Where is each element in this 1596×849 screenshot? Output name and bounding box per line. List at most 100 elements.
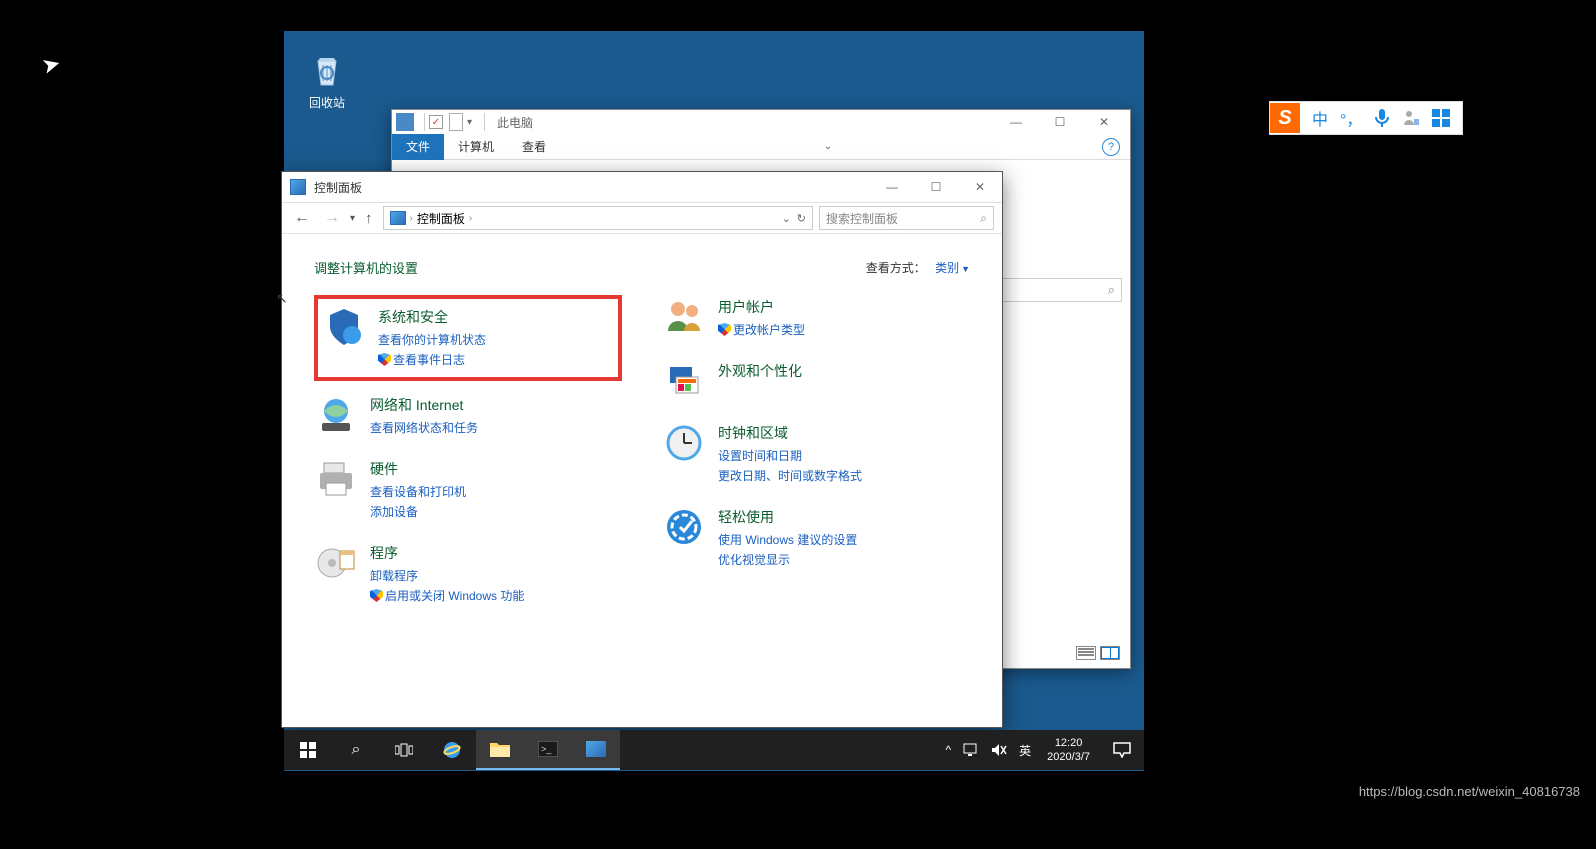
cp-category-title[interactable]: 程序 bbox=[370, 543, 524, 563]
taskbar-cmd-icon[interactable]: >_ bbox=[524, 730, 572, 770]
nav-history-dropdown[interactable]: ▾ bbox=[350, 213, 355, 224]
clock-icon bbox=[662, 421, 706, 465]
breadcrumb-item[interactable]: 控制面板 bbox=[417, 210, 465, 227]
cp-category-title[interactable]: 系统和安全 bbox=[378, 307, 486, 327]
tray-chevron-icon[interactable]: ^ bbox=[940, 730, 958, 770]
qat-dropdown-icon[interactable]: ▾ bbox=[467, 117, 472, 128]
ime-punct-button[interactable]: °， bbox=[1340, 106, 1362, 130]
breadcrumb-separator-icon: › bbox=[410, 213, 413, 224]
cp-search-input[interactable]: 搜索控制面板 ⌕ bbox=[819, 206, 994, 230]
cp-category-title[interactable]: 外观和个性化 bbox=[718, 361, 802, 381]
users-icon bbox=[662, 295, 706, 339]
uac-shield-icon bbox=[378, 353, 391, 366]
cp-category-link[interactable]: 更改日期、时间或数字格式 bbox=[718, 467, 862, 484]
ime-floating-bar[interactable]: S 中 °， bbox=[1269, 101, 1463, 135]
ime-mic-icon[interactable] bbox=[1374, 108, 1390, 128]
cp-heading: 调整计算机的设置 bbox=[314, 258, 418, 277]
cp-category-link[interactable]: 查看事件日志 bbox=[378, 351, 486, 368]
cp-category-link[interactable]: 设置时间和日期 bbox=[718, 447, 862, 464]
recycle-bin-icon bbox=[307, 50, 347, 90]
shield-icon bbox=[322, 305, 366, 349]
uac-shield-icon bbox=[370, 589, 383, 602]
cp-category-title[interactable]: 网络和 Internet bbox=[370, 395, 478, 415]
recycle-bin-desktop-icon[interactable]: 回收站 bbox=[300, 50, 354, 111]
explorer-window-controls: — ☐ ✕ bbox=[994, 110, 1126, 134]
cp-category: 系统和安全查看你的计算机状态查看事件日志 bbox=[314, 295, 622, 381]
ribbon-collapse-icon[interactable]: ⌄ bbox=[824, 141, 832, 152]
sogou-logo-icon[interactable]: S bbox=[1270, 103, 1300, 133]
cp-category: 轻松使用使用 Windows 建议的设置优化视觉显示 bbox=[662, 505, 970, 571]
qat-doc-icon[interactable] bbox=[449, 113, 463, 131]
task-view-button[interactable] bbox=[380, 730, 428, 770]
address-bar[interactable]: › 控制面板 › ⌄ ↻ bbox=[383, 206, 813, 230]
cp-category-link[interactable]: 卸载程序 bbox=[370, 567, 524, 584]
cp-category-link[interactable]: 更改帐户类型 bbox=[718, 321, 805, 338]
programs-icon bbox=[314, 541, 358, 585]
nav-up-button[interactable]: ↑ bbox=[361, 210, 377, 227]
address-dropdown-icon[interactable]: ⌄ bbox=[782, 212, 791, 225]
explorer-title: 此电脑 bbox=[497, 114, 533, 131]
network-icon bbox=[314, 393, 358, 437]
ease-icon bbox=[662, 505, 706, 549]
cp-category-link[interactable]: 使用 Windows 建议的设置 bbox=[718, 531, 857, 548]
start-button[interactable] bbox=[284, 730, 332, 770]
cp-category-link[interactable]: 启用或关闭 Windows 功能 bbox=[370, 587, 524, 604]
cp-minimize-button[interactable]: — bbox=[870, 172, 914, 202]
taskbar-control-panel-icon[interactable] bbox=[572, 730, 620, 770]
search-button[interactable]: ⌕ bbox=[332, 730, 380, 770]
cp-category: 网络和 Internet 查看网络状态和任务 bbox=[314, 393, 622, 439]
minimize-button[interactable]: — bbox=[994, 110, 1038, 134]
cp-titlebar: 控制面板 — ☐ ✕ bbox=[282, 172, 1002, 202]
watermark-text: https://blog.csdn.net/weixin_40816738 bbox=[1359, 784, 1580, 799]
refresh-button[interactable]: ↻ bbox=[797, 212, 806, 225]
ime-user-icon[interactable] bbox=[1402, 109, 1420, 127]
nav-back-button[interactable]: ← bbox=[290, 209, 314, 227]
cp-category-link[interactable]: 添加设备 bbox=[370, 503, 466, 520]
cp-categories-grid: 系统和安全查看你的计算机状态查看事件日志网络和 Internet 查看网络状态和任… bbox=[314, 295, 970, 625]
tray-ime-indicator[interactable]: 英 bbox=[1013, 730, 1037, 770]
ribbon-tab-computer[interactable]: 计算机 bbox=[444, 134, 508, 160]
recycle-bin-label: 回收站 bbox=[309, 96, 345, 110]
cp-category-title[interactable]: 硬件 bbox=[370, 459, 466, 479]
ime-language-button[interactable]: 中 bbox=[1312, 106, 1328, 130]
breadcrumb-separator-icon: › bbox=[469, 213, 472, 224]
view-label: 查看方式： bbox=[866, 261, 926, 275]
cp-category-title[interactable]: 轻松使用 bbox=[718, 507, 857, 527]
maximize-button[interactable]: ☐ bbox=[1038, 110, 1082, 134]
explorer-ribbon: 文件 计算机 查看 ⌄ ? bbox=[392, 134, 1130, 160]
cp-category-link[interactable]: 查看网络状态和任务 bbox=[370, 419, 478, 436]
cp-category: 硬件查看设备和打印机添加设备 bbox=[314, 457, 622, 523]
taskbar-clock[interactable]: 12:20 2020/3/7 bbox=[1037, 736, 1100, 765]
tray-volume-icon[interactable] bbox=[985, 730, 1013, 770]
qat-checkbox-icon[interactable]: ✓ bbox=[429, 115, 443, 129]
cp-maximize-button[interactable]: ☐ bbox=[914, 172, 958, 202]
cp-close-button[interactable]: ✕ bbox=[958, 172, 1002, 202]
cp-title: 控制面板 bbox=[314, 179, 362, 196]
cursor-icon: ➤ bbox=[39, 50, 64, 80]
cp-category: 用户帐户更改帐户类型 bbox=[662, 295, 970, 341]
taskbar-explorer-icon[interactable] bbox=[476, 730, 524, 770]
cp-view-selector: 查看方式： 类别▼ bbox=[866, 259, 970, 276]
view-list-button[interactable] bbox=[1076, 646, 1096, 660]
help-icon[interactable]: ? bbox=[1102, 138, 1120, 156]
clock-time: 12:20 bbox=[1047, 736, 1090, 750]
cp-category-title[interactable]: 用户帐户 bbox=[718, 297, 805, 317]
nav-forward-button[interactable]: → bbox=[320, 209, 344, 227]
cp-category-link[interactable]: 优化视觉显示 bbox=[718, 551, 857, 568]
view-dropdown-link[interactable]: 类别▼ bbox=[935, 261, 970, 275]
cp-category-link[interactable]: 查看设备和打印机 bbox=[370, 483, 466, 500]
explorer-app-icon bbox=[396, 113, 414, 131]
cp-category: 程序卸载程序启用或关闭 Windows 功能 bbox=[314, 541, 622, 607]
tray-network-icon[interactable] bbox=[957, 730, 985, 770]
notification-center-button[interactable] bbox=[1100, 730, 1144, 770]
ribbon-tab-file[interactable]: 文件 bbox=[392, 134, 444, 160]
cp-category-link[interactable]: 查看你的计算机状态 bbox=[378, 331, 486, 348]
taskbar-ie-icon[interactable] bbox=[428, 730, 476, 770]
close-button[interactable]: ✕ bbox=[1082, 110, 1126, 134]
printer-icon bbox=[314, 457, 358, 501]
ribbon-tab-view[interactable]: 查看 bbox=[508, 134, 560, 160]
ime-tools-icon[interactable] bbox=[1432, 109, 1450, 127]
cp-category-title[interactable]: 时钟和区域 bbox=[718, 423, 862, 443]
svg-text:>_: >_ bbox=[541, 744, 552, 754]
view-details-button[interactable] bbox=[1100, 646, 1120, 660]
